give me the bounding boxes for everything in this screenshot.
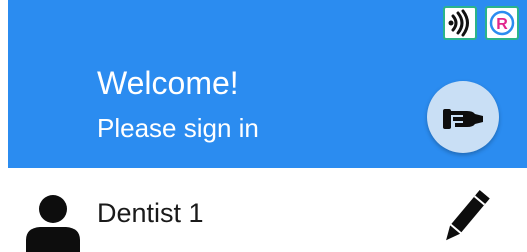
login-screen: Welcome! Please sign in R Dentist 1 — [0, 0, 527, 252]
pencil-icon[interactable] — [440, 187, 490, 247]
sign-in-subtitle: Please sign in — [97, 113, 259, 143]
user-list-item[interactable]: Dentist 1 — [0, 182, 527, 252]
login-button[interactable] — [427, 81, 499, 153]
user-name: Dentist 1 — [97, 198, 204, 228]
wireless-signal-icon — [443, 6, 477, 40]
welcome-title: Welcome! — [97, 65, 239, 101]
hand-key-icon — [443, 109, 483, 129]
registered-mark-icon: R — [485, 6, 519, 40]
registered-mark-glyph: R — [496, 16, 508, 33]
person-icon — [26, 195, 80, 252]
